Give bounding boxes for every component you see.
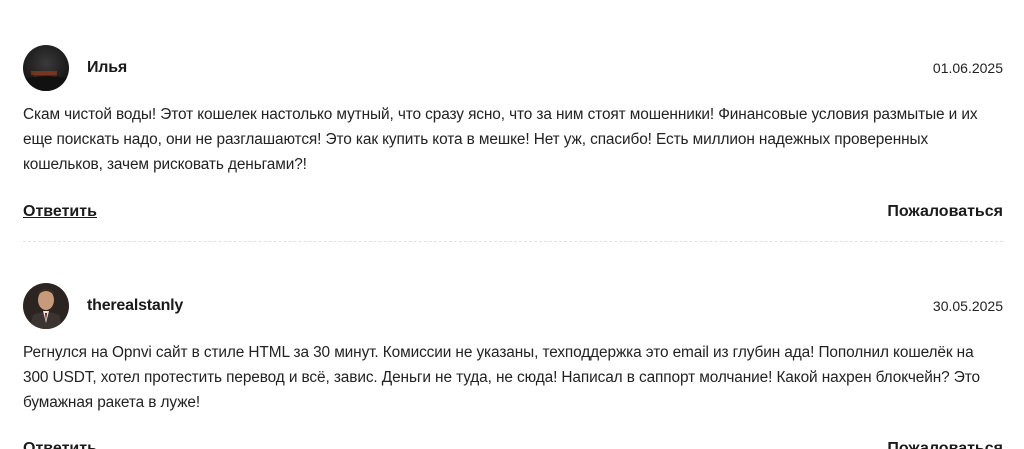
- avatar: [23, 45, 69, 91]
- comment-date: 30.05.2025: [932, 298, 1003, 314]
- comment-header: Илья 01.06.2025: [23, 44, 1003, 92]
- report-link[interactable]: Пожаловаться: [887, 203, 1003, 221]
- comment-header: therealstanly 30.05.2025: [23, 282, 1003, 330]
- avatar: [23, 283, 69, 329]
- comments-list: Илья 01.06.2025 Скам чистой воды! Этот к…: [0, 0, 1024, 449]
- user-avatar-icon: [23, 283, 69, 329]
- comment-item: Илья 01.06.2025 Скам чистой воды! Этот к…: [23, 44, 1003, 220]
- comment-actions: Ответить Пожаловаться: [23, 440, 1003, 449]
- comment-item: therealstanly 30.05.2025 Регнулся на Opn…: [23, 282, 1003, 411]
- comment-author: Илья: [87, 59, 128, 76]
- report-link[interactable]: Пожаловаться: [887, 440, 1003, 449]
- user-avatar-icon: [23, 45, 69, 91]
- comment-text: Регнулся на Opnvi сайт в стиле HTML за 3…: [23, 344, 980, 411]
- comment-date: 01.06.2025: [932, 60, 1003, 76]
- comment-actions: Ответить Пожаловаться: [23, 203, 1003, 227]
- reply-link[interactable]: Ответить: [23, 440, 97, 449]
- comment-divider: [23, 241, 1003, 242]
- comment-text: Скам чистой воды! Этот кошелек настолько…: [23, 106, 978, 173]
- comment-author: therealstanly: [87, 297, 184, 314]
- reply-link[interactable]: Ответить: [23, 203, 97, 221]
